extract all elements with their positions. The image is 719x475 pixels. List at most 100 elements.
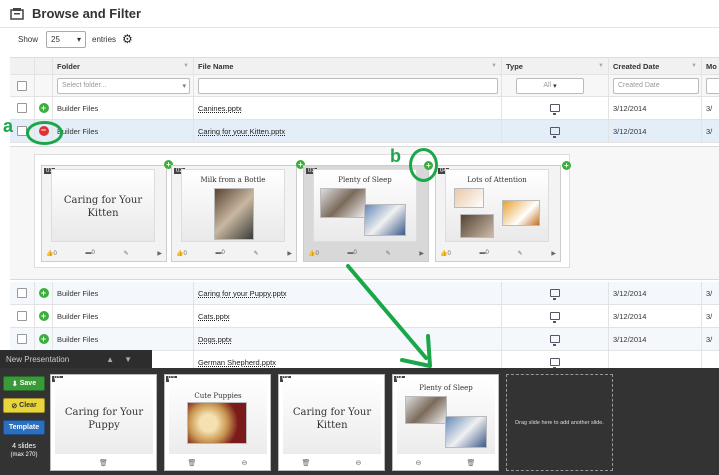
template-button[interactable]: Template (3, 420, 45, 435)
sleeping-kitten-photo (445, 416, 487, 448)
col-modified[interactable]: Mo (702, 58, 719, 74)
comment-icon[interactable]: ▬0 (480, 250, 489, 256)
slide-toolbar: 🗑 ⊖ (165, 459, 270, 467)
edit-icon[interactable]: ✎ (254, 250, 259, 257)
remove-icon[interactable]: ⊖ (356, 459, 362, 467)
play-icon[interactable]: ▶ (287, 250, 292, 257)
slide-toolbar: 👍0 ▬0 ✎ ▶ (440, 248, 556, 258)
folder-filter-select[interactable]: Select folder... ▾ (57, 77, 190, 94)
slide-toolbar: ⊖ 🗑 (393, 459, 498, 467)
slide-toolbar: 👍0 ▬0 ✎ ▶ (176, 248, 292, 258)
slide-preview: Plenty of Sleep (397, 378, 495, 454)
remove-icon[interactable]: ⊖ (242, 459, 248, 467)
slide-thumbnail[interactable]: 02 Milk from a Bottle 👍0 ▬0 ✎ ▶ (171, 165, 297, 262)
save-icon: ⬇ (11, 380, 18, 388)
file-link[interactable]: Dogs.pptx (198, 335, 232, 344)
play-icon[interactable]: ▶ (157, 250, 162, 257)
expand-icon[interactable]: + (38, 288, 49, 298)
comment-icon[interactable]: ▬0 (86, 250, 95, 256)
chevron-down-icon: ▾ (553, 82, 557, 90)
sleeping-kitten-photo (364, 204, 406, 236)
row-checkbox[interactable] (17, 334, 27, 344)
slide-drop-zone[interactable]: Drag slide here to add another slide. (506, 374, 613, 471)
slide-preview: Caring for Your Puppy (55, 378, 153, 454)
presentation-icon (550, 312, 560, 323)
kitten-photo (502, 200, 540, 226)
clear-button[interactable]: ⊘ Clear (3, 398, 45, 413)
row-checkbox[interactable] (17, 103, 27, 113)
presentation-slide[interactable]: 02 Cute Puppies 🗑 ⊖ (164, 374, 271, 471)
created-date-filter[interactable]: Created Date (613, 77, 699, 94)
remove-icon[interactable]: ⊖ (416, 459, 422, 467)
kitten-photo (460, 214, 494, 238)
slide-thumbnail[interactable]: 04 Lots of Attention 👍0 ▬0 ✎ ▶ (435, 165, 561, 262)
slide-preview: Caring for Your Kitten (51, 169, 155, 242)
comment-icon[interactable]: ▬0 (216, 250, 225, 256)
collapse-arrows-icon[interactable]: ▲▼ (106, 355, 142, 364)
like-icon[interactable]: 👍0 (440, 250, 451, 257)
presentation-icon (550, 335, 560, 346)
table-row[interactable]: + Builder Files Canines.pptx 3/12/2014 3… (10, 97, 719, 120)
edit-icon[interactable]: ✎ (386, 250, 391, 257)
save-button[interactable]: ⬇ Save (3, 376, 45, 391)
file-link[interactable]: Caring for your Puppy.pptx (198, 289, 287, 298)
expand-icon[interactable]: + (38, 334, 49, 344)
file-link[interactable]: Cats.pptx (198, 312, 230, 321)
show-entries: Show 25 ▾ entries ⚙ (18, 30, 133, 48)
slide-toolbar: 👍0 ▬0 ✎ ▶ (46, 248, 162, 258)
presentation-icon (550, 289, 560, 300)
col-folder[interactable]: Folder ▼ (53, 58, 194, 74)
drag-arrow-icon (346, 264, 432, 368)
like-icon[interactable]: 👍0 (308, 250, 319, 257)
table-row[interactable]: − Builder Files Caring for your Kitten.p… (10, 120, 719, 143)
edit-icon[interactable]: ✎ (518, 250, 523, 257)
comment-icon[interactable]: ▬0 (348, 250, 357, 256)
file-link[interactable]: Canines.pptx (198, 104, 242, 113)
row-checkbox[interactable] (17, 311, 27, 321)
kitten-photo (454, 188, 484, 208)
chevron-down-icon: ▾ (77, 34, 82, 44)
presentation-slide[interactable]: 03 Caring for Your Kitten 🗑 ⊖ (278, 374, 385, 471)
presentation-titlebar[interactable]: New Presentation ▲▼ (0, 350, 152, 368)
slide-preview: Caring for Your Kitten (283, 378, 381, 454)
file-name-filter[interactable] (198, 77, 498, 94)
select-all-checkbox[interactable] (17, 80, 27, 91)
slide-thumbnail[interactable]: 01 Caring for Your Kitten 👍0 ▬0 ✎ ▶ (41, 165, 167, 262)
slide-toolbar: 🗑 (51, 459, 156, 467)
presentation-slide[interactable]: 04 Plenty of Sleep ⊖ 🗑 (392, 374, 499, 471)
play-icon[interactable]: ▶ (551, 250, 556, 257)
trash-icon[interactable]: 🗑 (188, 459, 197, 467)
slide-preview: Cute Puppies (169, 378, 267, 454)
annotation-ring-a (26, 121, 63, 145)
slide-count: 4 slides (max 270) (10, 443, 38, 458)
play-icon[interactable]: ▶ (419, 250, 424, 257)
edit-icon[interactable]: ✎ (124, 250, 129, 257)
col-created-date[interactable]: Created Date ▼ (609, 58, 702, 74)
entries-select[interactable]: 25 ▾ (46, 30, 87, 48)
add-slide-icon[interactable]: + (562, 161, 571, 170)
file-link[interactable]: German Shepherd.pptx (198, 358, 276, 367)
slide-thumbnail[interactable]: 03 Plenty of Sleep 👍0 ▬0 ✎ ▶ (303, 165, 429, 262)
presentation-panel: ⬇ Save ⊘ Clear Template 4 slides (max 27… (0, 368, 719, 475)
modified-filter[interactable] (706, 77, 719, 94)
presentation-slide[interactable]: 01 Caring for Your Puppy 🗑 (50, 374, 157, 471)
sleeping-kitten-photo (320, 188, 366, 218)
col-file-name[interactable]: File Name ▼ (194, 58, 502, 74)
row-checkbox[interactable] (17, 288, 27, 298)
expand-icon[interactable]: + (38, 311, 49, 321)
trash-icon[interactable]: 🗑 (302, 459, 311, 467)
presentation-icon (550, 104, 560, 115)
like-icon[interactable]: 👍0 (46, 250, 57, 257)
kitten-photo (214, 188, 254, 240)
annotation-b: b (390, 146, 401, 166)
type-filter-select[interactable]: All ▾ (516, 77, 584, 94)
entries-label: entries (92, 34, 117, 44)
col-type[interactable]: Type ▼ (502, 58, 609, 74)
file-link[interactable]: Caring for your Kitten.pptx (198, 127, 285, 136)
browse-icon (10, 7, 24, 20)
expand-icon[interactable]: + (38, 103, 49, 113)
gear-icon[interactable]: ⚙ (122, 32, 133, 46)
trash-icon[interactable]: 🗑 (467, 459, 476, 467)
like-icon[interactable]: 👍0 (176, 250, 187, 257)
trash-icon[interactable]: 🗑 (99, 459, 108, 467)
